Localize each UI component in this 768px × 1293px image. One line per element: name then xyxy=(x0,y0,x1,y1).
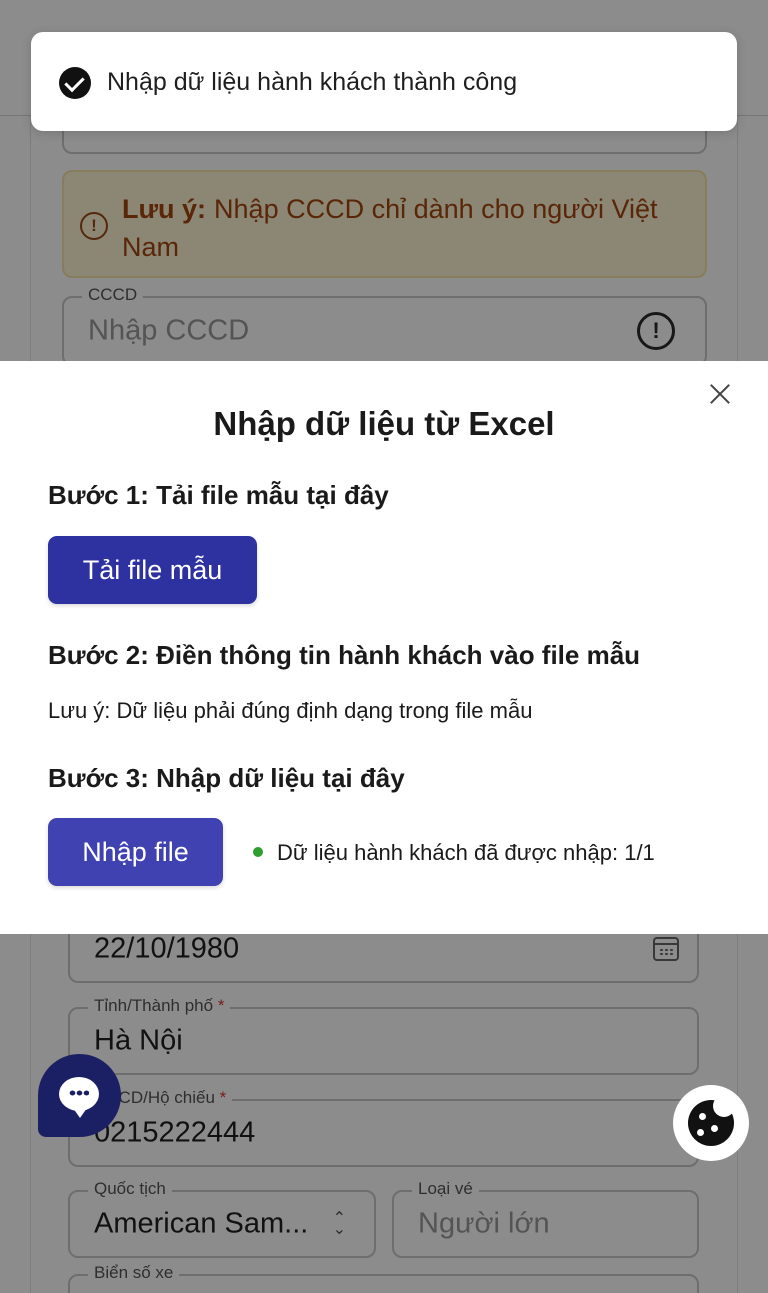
success-toast: Nhập dữ liệu hành khách thành công xyxy=(31,32,737,131)
cookie-button[interactable] xyxy=(673,1085,749,1161)
import-status: Dữ liệu hành khách đã được nhập: 1/1 xyxy=(277,840,655,865)
modal-title: Nhập dữ liệu từ Excel xyxy=(213,405,555,442)
cookie-chip xyxy=(711,1125,718,1132)
step3-title: Bước 3: Nhập dữ liệu tại đây xyxy=(48,763,405,793)
step2-title: Bước 2: Điền thông tin hành khách vào fi… xyxy=(48,640,641,670)
status-dot xyxy=(253,847,263,857)
import-file-button[interactable]: Nhập file xyxy=(48,818,223,886)
cookie-chip xyxy=(699,1113,706,1120)
close-icon[interactable] xyxy=(707,381,733,407)
check-circle-icon xyxy=(59,67,91,99)
chat-button[interactable] xyxy=(38,1054,121,1137)
cookie-chip xyxy=(697,1129,704,1136)
toast-message: Nhập dữ liệu hành khách thành công xyxy=(107,68,518,96)
chat-dots xyxy=(69,1090,89,1096)
cookie-bite xyxy=(713,1095,735,1117)
step1-title: Bước 1: Tải file mẫu tại đây xyxy=(48,480,389,510)
download-template-button[interactable]: Tải file mẫu xyxy=(48,536,257,604)
step2-note: Lưu ý: Dữ liệu phải đúng định dạng trong… xyxy=(48,698,533,723)
